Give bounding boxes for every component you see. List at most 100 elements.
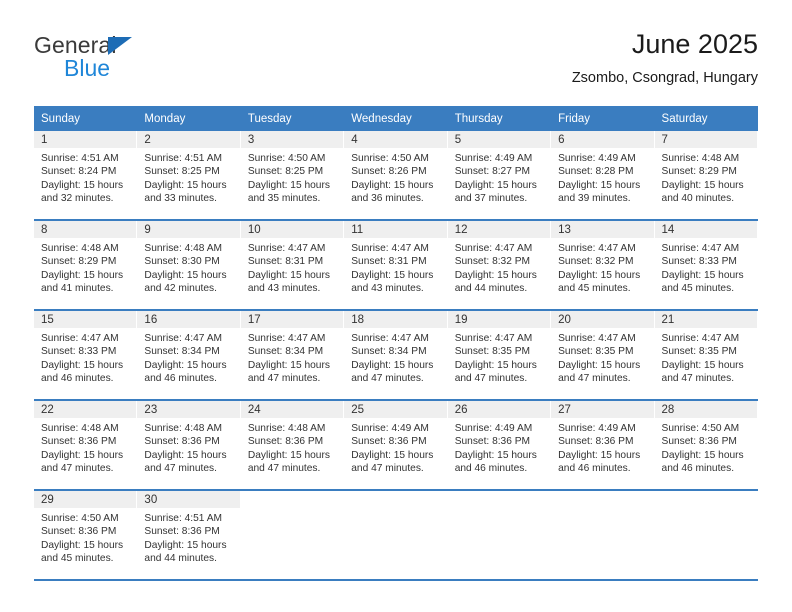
day-details: Sunrise: 4:47 AM Sunset: 8:32 PM Daylight:… [448,238,551,296]
calendar-day-cell[interactable]: 27 Sunrise: 4:49 AM Sunset: 8:36 PM Dayligh… [551,399,655,490]
daylight-duration-line2: and 35 minutes. [247,193,321,205]
calendar-day-cell[interactable]: 29 Sunrise: 4:50 AM Sunset: 8:36 PM Dayligh… [34,489,138,579]
calendar-day-cell[interactable]: 10 Sunrise: 4:47 AM Sunset: 8:31 PM Dayligh… [240,219,345,310]
day-cell-inner: 7 Sunrise: 4:48 AM Sunset: 8:29 PM Daylight… [654,131,758,219]
weekday-header-friday: Friday [551,106,655,131]
day-details: Sunrise: 4:47 AM Sunset: 8:34 PM Daylight:… [137,328,240,386]
calendar-week-row: 15 Sunrise: 4:47 AM Sunset: 8:33 PM Dayligh… [34,309,758,400]
day-number: 2 [137,131,241,148]
calendar-day-cell[interactable]: 2 Sunrise: 4:51 AM Sunset: 8:25 PM Daylight… [137,131,241,220]
calendar-week-row: 8 Sunrise: 4:48 AM Sunset: 8:29 PM Daylight… [34,219,758,310]
calendar-day-cell[interactable]: 18 Sunrise: 4:47 AM Sunset: 8:34 PM Dayligh… [344,309,448,400]
day-cell-inner: 21 Sunrise: 4:47 AM Sunset: 8:35 PM Dayligh… [654,311,758,399]
calendar-header-row: Sunday Monday Tuesday Wednesday Thursday Frid… [34,106,758,131]
calendar-day-cell[interactable]: 1 Sunrise: 4:51 AM Sunset: 8:24 PM Daylight… [34,131,138,220]
calendar-day-cell[interactable]: 6 Sunrise: 4:49 AM Sunset: 8:28 PM Daylight… [551,131,655,220]
sunrise-time: Sunrise: 4:47 AM [454,333,533,344]
day-cell-inner: 8 Sunrise: 4:48 AM Sunset: 8:29 PM Daylight… [34,221,138,309]
day-cell-inner: 19 Sunrise: 4:47 AM Sunset: 8:35 PM Dayligh… [447,311,552,399]
page-header: General Blue June 2025 Zsombo, Csongrad,… [34,28,758,98]
daylight-duration-line1: Daylight: 15 hours [558,449,641,461]
calendar-day-cell[interactable]: 24 Sunrise: 4:48 AM Sunset: 8:36 PM Dayligh… [240,399,345,490]
sunset-time: Sunset: 8:36 PM [351,436,427,448]
sunset-time: Sunset: 8:35 PM [454,346,531,358]
day-details: Sunrise: 4:47 AM Sunset: 8:35 PM Daylight:… [655,328,758,386]
calendar-day-cell[interactable]: 21 Sunrise: 4:47 AM Sunset: 8:35 PM Dayligh… [654,309,758,400]
day-cell-inner: 28 Sunrise: 4:50 AM Sunset: 8:36 PM Dayligh… [654,401,758,489]
day-cell-inner [344,491,447,579]
calendar-page: General Blue June 2025 Zsombo, Csongrad,… [0,0,792,612]
calendar-day-cell[interactable]: 4 Sunrise: 4:50 AM Sunset: 8:26 PM Daylight… [344,131,448,220]
daylight-duration-line2: and 40 minutes. [661,193,735,205]
daylight-duration-line1: Daylight: 15 hours [247,359,330,371]
calendar-week-row: 22 Sunrise: 4:48 AM Sunset: 8:36 PM Dayligh… [34,399,758,490]
day-cell-inner [551,491,654,579]
sunset-time: Sunset: 8:36 PM [144,436,220,448]
day-details: Sunrise: 4:47 AM Sunset: 8:35 PM Daylight:… [551,328,654,386]
daylight-duration-line1: Daylight: 15 hours [41,359,124,371]
weekday-header-tuesday: Tuesday [240,106,345,131]
day-number [655,491,758,508]
calendar-day-cell[interactable]: 22 Sunrise: 4:48 AM Sunset: 8:36 PM Dayligh… [34,399,138,490]
day-details: Sunrise: 4:47 AM Sunset: 8:32 PM Daylight:… [551,238,654,296]
sunset-time: Sunset: 8:31 PM [351,256,427,268]
day-number: 23 [137,401,241,418]
day-details: Sunrise: 4:49 AM Sunset: 8:36 PM Daylight:… [551,418,654,476]
day-number: 25 [344,401,448,418]
day-details: Sunrise: 4:47 AM Sunset: 8:33 PM Daylight:… [34,328,137,386]
sunset-time: Sunset: 8:34 PM [144,346,220,358]
sunset-time: Sunset: 8:33 PM [41,346,117,358]
day-details: Sunrise: 4:48 AM Sunset: 8:29 PM Daylight:… [34,238,137,296]
daylight-duration-line1: Daylight: 15 hours [558,269,641,281]
calendar-day-cell[interactable]: 3 Sunrise: 4:50 AM Sunset: 8:25 PM Daylight… [240,131,345,220]
calendar-day-cell[interactable]: 30 Sunrise: 4:51 AM Sunset: 8:36 PM Dayligh… [137,489,241,579]
day-number [344,491,447,508]
calendar-day-cell[interactable]: 17 Sunrise: 4:47 AM Sunset: 8:34 PM Dayligh… [240,309,345,400]
sunrise-time: Sunrise: 4:47 AM [558,243,636,254]
calendar-day-cell[interactable]: 9 Sunrise: 4:48 AM Sunset: 8:30 PM Daylight… [137,219,241,310]
sunset-time: Sunset: 8:35 PM [558,346,634,358]
calendar-day-cell[interactable]: 14 Sunrise: 4:47 AM Sunset: 8:33 PM Dayligh… [654,219,758,310]
day-number: 8 [34,221,138,238]
sunset-time: Sunset: 8:27 PM [454,166,531,178]
calendar-day-cell[interactable]: 25 Sunrise: 4:49 AM Sunset: 8:36 PM Dayligh… [344,399,448,490]
daylight-duration-line1: Daylight: 15 hours [454,449,537,461]
daylight-duration-line1: Daylight: 15 hours [144,449,227,461]
day-number: 16 [137,311,241,328]
calendar-day-cell[interactable]: 26 Sunrise: 4:49 AM Sunset: 8:36 PM Dayligh… [447,399,552,490]
daylight-duration-line1: Daylight: 15 hours [558,179,641,191]
calendar-week-row: 1 Sunrise: 4:51 AM Sunset: 8:24 PM Daylight… [34,131,758,220]
day-number: 29 [34,491,138,508]
day-cell-inner: 30 Sunrise: 4:51 AM Sunset: 8:36 PM Dayligh… [137,491,241,579]
day-number [551,491,654,508]
daylight-duration-line2: and 46 minutes. [144,373,217,385]
calendar-day-cell[interactable]: 5 Sunrise: 4:49 AM Sunset: 8:27 PM Daylight… [447,131,552,220]
sunset-time: Sunset: 8:24 PM [41,166,117,178]
calendar-day-cell[interactable]: 19 Sunrise: 4:47 AM Sunset: 8:35 PM Dayligh… [447,309,552,400]
daylight-duration-line1: Daylight: 15 hours [454,179,537,191]
calendar-day-cell[interactable]: 23 Sunrise: 4:48 AM Sunset: 8:36 PM Dayligh… [137,399,241,490]
sunrise-time: Sunrise: 4:47 AM [144,333,223,344]
calendar-day-cell[interactable]: 20 Sunrise: 4:47 AM Sunset: 8:35 PM Dayligh… [551,309,655,400]
day-number: 6 [551,131,655,148]
daylight-duration-line2: and 46 minutes. [558,463,631,475]
general-blue-logo[interactable]: General Blue [34,32,254,88]
calendar-day-cell[interactable]: 16 Sunrise: 4:47 AM Sunset: 8:34 PM Dayligh… [137,309,241,400]
sunset-time: Sunset: 8:28 PM [558,166,634,178]
calendar-day-cell[interactable]: 11 Sunrise: 4:47 AM Sunset: 8:31 PM Dayligh… [344,219,448,310]
day-number: 11 [344,221,448,238]
calendar-day-cell[interactable]: 28 Sunrise: 4:50 AM Sunset: 8:36 PM Dayligh… [654,399,758,490]
day-cell-inner: 26 Sunrise: 4:49 AM Sunset: 8:36 PM Dayligh… [447,401,552,489]
daylight-duration-line2: and 47 minutes. [661,373,735,385]
daylight-duration-line2: and 43 minutes. [247,283,321,295]
day-details: Sunrise: 4:50 AM Sunset: 8:26 PM Daylight:… [344,148,447,206]
calendar-day-cell[interactable]: 7 Sunrise: 4:48 AM Sunset: 8:29 PM Daylight… [654,131,758,220]
sunset-time: Sunset: 8:36 PM [558,436,634,448]
calendar-day-cell[interactable]: 12 Sunrise: 4:47 AM Sunset: 8:32 PM Dayligh… [447,219,552,310]
sunrise-time: Sunrise: 4:49 AM [454,153,533,164]
calendar-day-cell[interactable]: 8 Sunrise: 4:48 AM Sunset: 8:29 PM Daylight… [34,219,138,310]
sunset-time: Sunset: 8:32 PM [454,256,531,268]
calendar-day-cell[interactable]: 13 Sunrise: 4:47 AM Sunset: 8:32 PM Dayligh… [551,219,655,310]
sunset-time: Sunset: 8:25 PM [144,166,220,178]
calendar-day-cell[interactable]: 15 Sunrise: 4:47 AM Sunset: 8:33 PM Dayligh… [34,309,138,400]
